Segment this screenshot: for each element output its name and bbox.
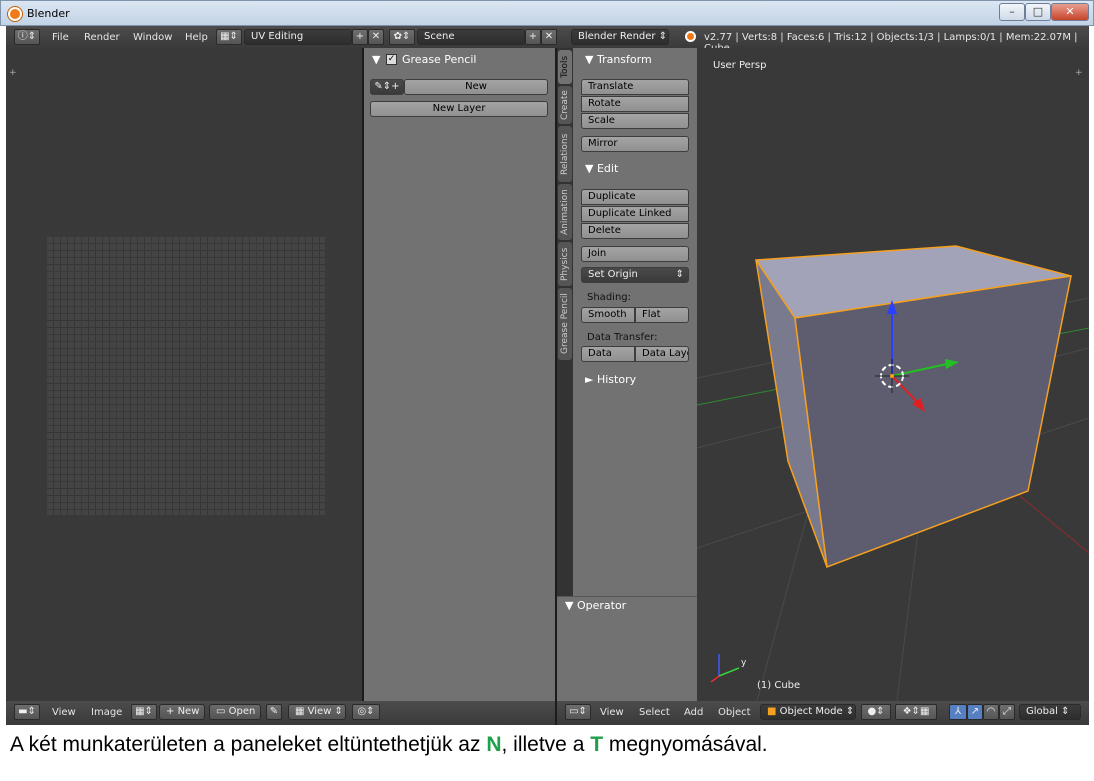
grease-pencil-checkbox[interactable]: ✓: [386, 54, 397, 65]
key-n: N: [486, 733, 502, 756]
menu-image[interactable]: Image: [91, 707, 122, 718]
panel-collapse-icon[interactable]: ▼: [372, 53, 380, 66]
grease-pencil-title: Grease Pencil: [402, 53, 477, 66]
maximize-button[interactable]: □: [1025, 3, 1051, 21]
region-expand-icon[interactable]: +: [9, 68, 17, 78]
screen-layout-icon[interactable]: ▦⇕: [216, 29, 242, 45]
scale-button[interactable]: Scale: [581, 113, 689, 129]
add-layout-icon[interactable]: +: [352, 29, 368, 45]
tab-grease-pencil[interactable]: Grease Pencil: [558, 288, 572, 360]
menu-help[interactable]: Help: [185, 32, 208, 43]
blender-app: ⓘ⇕ File Render Window Help ▦⇕ UV Editing…: [6, 26, 1089, 725]
editor-type-icon[interactable]: ▬⇕: [14, 704, 40, 720]
view-mode-select[interactable]: ▦ View ⇕: [288, 704, 346, 720]
flat-button[interactable]: Flat: [635, 307, 689, 323]
gp-new-button[interactable]: New: [404, 79, 548, 95]
cube-object[interactable]: [754, 245, 1072, 569]
active-object-label: (1) Cube: [757, 680, 801, 691]
delete-button[interactable]: Delete: [581, 223, 689, 239]
transform-orientation-select[interactable]: Global ⇕: [1019, 704, 1081, 720]
rotate-button[interactable]: Rotate: [581, 96, 689, 112]
dropdown-arrows-icon: ⇕: [675, 269, 684, 280]
menu-view[interactable]: View: [52, 707, 76, 718]
info-editor-type-icon[interactable]: ⓘ⇕: [14, 29, 40, 45]
data-button[interactable]: Data: [581, 346, 635, 362]
manipulator-toggle-icon[interactable]: ⅄: [949, 704, 967, 720]
render-engine-select[interactable]: Blender Render ⇕: [571, 29, 669, 45]
tab-relations[interactable]: Relations: [558, 126, 572, 182]
image-browse-icon[interactable]: ▦⇕: [131, 704, 157, 720]
pin-icon[interactable]: ✎: [266, 704, 282, 720]
cube-icon: ■: [767, 706, 777, 717]
screen-layout-field[interactable]: UV Editing: [244, 29, 352, 45]
tab-physics[interactable]: Physics: [558, 242, 572, 286]
open-image-button[interactable]: ▭ Open: [209, 704, 261, 720]
scene-field[interactable]: Scene: [417, 29, 525, 45]
duplicate-linked-button[interactable]: Duplicate Linked: [581, 206, 689, 222]
viewport-shading-icon[interactable]: ●⇕: [861, 704, 891, 720]
set-origin-select[interactable]: Set Origin ⇕: [581, 267, 689, 283]
viewport-scene[interactable]: [697, 48, 1089, 701]
gp-datablock-icon[interactable]: ✎⇕+: [370, 79, 404, 95]
rotate-manipulator-icon[interactable]: ◠: [983, 704, 999, 720]
shading-label: Shading:: [587, 292, 631, 303]
menu-select[interactable]: Select: [639, 707, 670, 718]
close-button[interactable]: ✕: [1051, 3, 1089, 21]
remove-layout-icon[interactable]: ✕: [368, 29, 384, 45]
pivot-icon[interactable]: ◎⇕: [352, 704, 380, 720]
join-button[interactable]: Join: [581, 246, 689, 262]
add-scene-icon[interactable]: +: [525, 29, 541, 45]
menu-view[interactable]: View: [600, 707, 624, 718]
tab-tools[interactable]: Tools: [558, 50, 572, 84]
smooth-button[interactable]: Smooth: [581, 307, 635, 323]
blender-logo-icon: [685, 31, 696, 42]
window-titlebar: Blender – □ ✕: [0, 0, 1094, 26]
window-title: Blender: [27, 7, 70, 20]
data-layout-button[interactable]: Data Layo: [635, 346, 689, 362]
menu-file[interactable]: File: [52, 32, 69, 43]
blender-logo-icon: [8, 7, 22, 21]
menu-add[interactable]: Add: [684, 707, 703, 718]
tab-animation[interactable]: Animation: [558, 184, 572, 240]
transform-panel-title[interactable]: ▼ Transform: [585, 53, 652, 66]
history-panel-title[interactable]: ► History: [585, 373, 636, 386]
mirror-button[interactable]: Mirror: [581, 136, 689, 152]
new-image-button[interactable]: + New: [159, 704, 205, 720]
caption-text: A két munkaterületen a paneleket eltünte…: [10, 733, 768, 756]
operator-panel-title[interactable]: ▼ Operator: [565, 599, 626, 612]
menu-render[interactable]: Render: [84, 32, 120, 43]
duplicate-button[interactable]: Duplicate: [581, 189, 689, 205]
translate-button[interactable]: Translate: [581, 79, 689, 95]
axis-y-label: y: [741, 658, 747, 668]
uv-editor-header: ▬⇕ View Image ▦⇕ + New ▭ Open ✎ ▦ View ⇕…: [6, 701, 555, 725]
edit-panel-title[interactable]: ▼ Edit: [585, 162, 618, 175]
3d-viewport[interactable]: User Persp + y (1) Cube: [697, 48, 1089, 701]
uv-grid[interactable]: [46, 236, 325, 515]
axis-gizmo: [710, 654, 740, 683]
uv-image-editor[interactable]: +: [6, 48, 362, 701]
info-header: ⓘ⇕ File Render Window Help ▦⇕ UV Editing…: [6, 26, 1089, 54]
minimize-button[interactable]: –: [999, 3, 1025, 21]
scale-manipulator-icon[interactable]: ⤢: [999, 704, 1015, 720]
pivot-point-icon[interactable]: ❖⇕▦: [895, 704, 937, 720]
menu-window[interactable]: Window: [133, 32, 172, 43]
tab-create[interactable]: Create: [558, 86, 572, 124]
remove-scene-icon[interactable]: ✕: [541, 29, 557, 45]
data-transfer-label: Data Transfer:: [587, 332, 658, 343]
object-mode-select[interactable]: ■ Object Mode ⇕: [760, 704, 856, 720]
scene-icon[interactable]: ✿⇕: [389, 29, 415, 45]
menu-object[interactable]: Object: [718, 707, 751, 718]
operator-panel: ▼ Operator: [557, 596, 697, 701]
3d-view-header: ▭⇕ View Select Add Object ■ Object Mode …: [557, 701, 1089, 725]
editor-type-icon[interactable]: ▭⇕: [565, 704, 591, 720]
new-layer-button[interactable]: New Layer: [370, 101, 548, 117]
uv-properties-panel: ▼ ✓ Grease Pencil ✎⇕+ New New Layer: [364, 48, 555, 701]
key-t: T: [590, 733, 604, 756]
translate-manipulator-icon[interactable]: ↗: [967, 704, 983, 720]
